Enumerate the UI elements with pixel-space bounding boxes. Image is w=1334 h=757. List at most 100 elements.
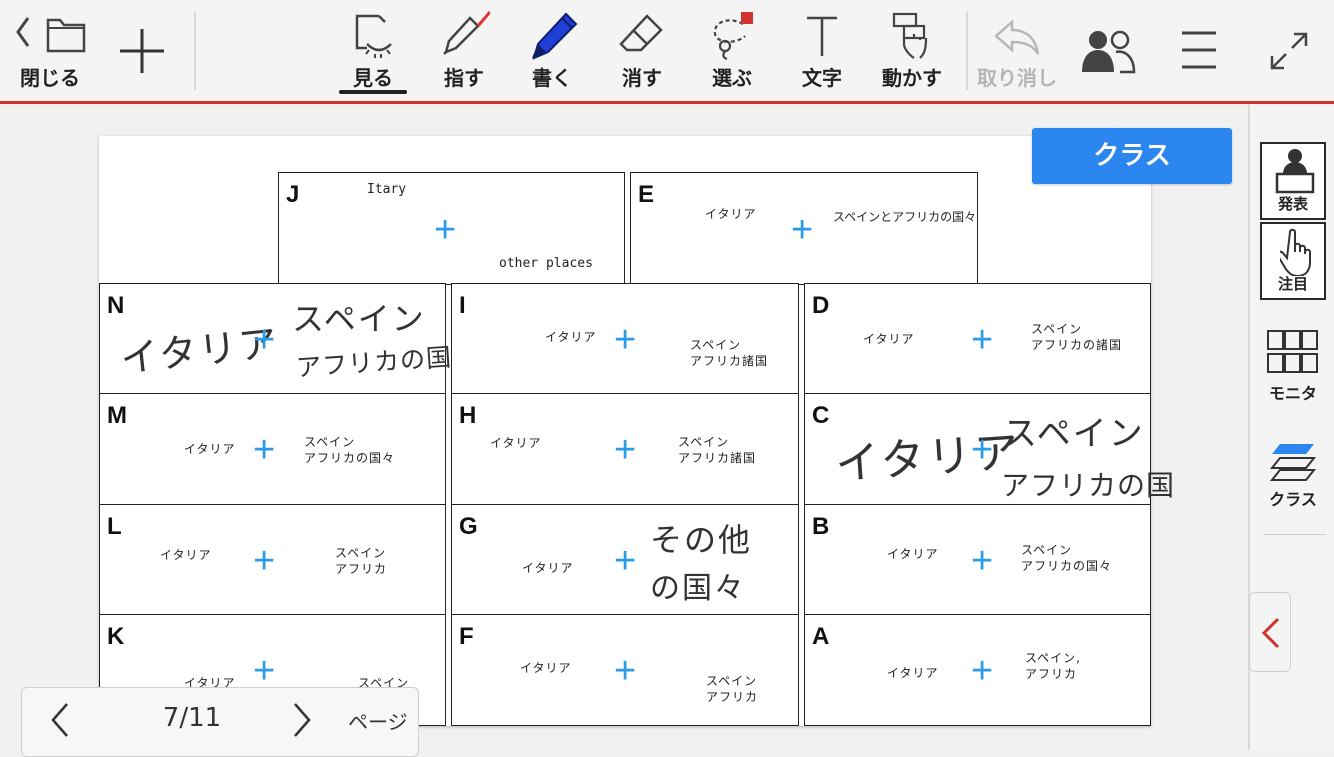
add-sticky-plus-icon[interactable]: + (791, 211, 813, 249)
undo-button[interactable]: 取り消し (970, 0, 1064, 100)
pointing-finger-icon (1280, 228, 1311, 276)
monitor-button[interactable]: モニタ (1250, 328, 1334, 408)
card-letter: F (459, 623, 474, 650)
handwriting: イタリア (833, 426, 1024, 491)
page-menu-button[interactable]: ページ (348, 706, 408, 735)
card-C[interactable]: C イタリア + スペイン アフリカの国 (804, 393, 1174, 505)
users-button[interactable] (1078, 0, 1138, 100)
card-L[interactable]: L イタリア + スペイン アフリカ (99, 504, 446, 616)
tool-erase[interactable]: 消す (608, 0, 676, 100)
eraser-icon (619, 14, 663, 52)
card-text: スペイン アフリカの国々 (1021, 543, 1113, 573)
text-icon (807, 16, 837, 56)
card-text: スペイン アフリカ諸国 (678, 435, 757, 465)
card-B[interactable]: B イタリア + スペイン アフリカの国々 (804, 504, 1151, 616)
card-text: イタリア (705, 207, 757, 221)
card-letter: H (459, 402, 477, 429)
tool-view[interactable]: 見る (339, 0, 407, 100)
card-J[interactable]: J Itary + other places (278, 172, 625, 285)
monitor-grid-icon (1267, 330, 1318, 373)
card-text: other places (499, 256, 593, 271)
monitor-label: モニタ (1268, 384, 1317, 403)
card-letter: A (812, 623, 830, 650)
card-text: イタリア (863, 332, 915, 346)
tool-point[interactable]: 指す (430, 0, 498, 100)
attention-button[interactable]: 注目 (1260, 222, 1326, 300)
card-text: イタリア (160, 548, 212, 562)
layers-icon (1270, 444, 1316, 481)
add-sticky-plus-icon[interactable]: + (971, 321, 993, 359)
card-text: イタリア (545, 330, 597, 344)
present-button[interactable]: 発表 (1260, 142, 1326, 220)
handwriting: の国々 (650, 571, 746, 606)
add-sticky-plus-icon[interactable]: + (971, 652, 993, 690)
card-letter: G (459, 513, 478, 540)
card-D[interactable]: D イタリア + スペイン アフリカの諸国 (804, 283, 1151, 395)
card-text: イタリア (184, 442, 236, 456)
add-sticky-plus-icon[interactable]: + (614, 542, 636, 580)
card-H[interactable]: H イタリア + スペイン アフリカ諸国 (451, 393, 799, 505)
tool-point-label: 指す (444, 66, 484, 90)
folder-back-icon (16, 17, 86, 53)
card-text: イタリア (490, 436, 542, 450)
page-indicator: 7/11 (162, 703, 222, 733)
card-N[interactable]: N イタリア + スペイン アフリカの国々 (99, 283, 479, 395)
toolbar: 閉じる 見る 指す 書く 消す 選ぶ 文字 動かす 取り消し (0, 0, 1334, 104)
tool-write[interactable]: 書く (518, 0, 586, 100)
card-F[interactable]: F イタリア + スペイン アフリカ (451, 614, 799, 726)
next-page-button[interactable] (292, 702, 312, 738)
card-letter: E (638, 181, 655, 208)
undo-icon (994, 19, 1040, 55)
close-button[interactable]: 閉じる (8, 0, 92, 100)
view-icon (355, 14, 392, 58)
card-text: スペイン アフリカの諸国 (1031, 322, 1123, 352)
card-letter: N (107, 292, 125, 319)
add-sticky-plus-icon[interactable]: + (971, 431, 993, 469)
sidebar-divider (1264, 534, 1326, 535)
add-sticky-plus-icon[interactable]: + (253, 321, 275, 359)
card-E[interactable]: E イタリア + スペインとアフリカの国々 (630, 172, 978, 285)
page-navigator: 7/11 ページ (21, 687, 419, 757)
tool-erase-label: 消す (622, 66, 662, 90)
class-button[interactable]: クラス (1032, 128, 1232, 184)
add-sticky-plus-icon[interactable]: + (253, 652, 275, 690)
card-text: スペインとアフリカの国々 (833, 210, 977, 224)
card-text: スペイン アフリカの国々 (304, 435, 396, 465)
tool-select[interactable]: 選ぶ (698, 0, 766, 100)
collapse-sidebar-tab[interactable] (1249, 592, 1291, 672)
card-text: イタリア (520, 661, 572, 675)
expand-arrows-icon (1270, 32, 1308, 70)
pen-icon (532, 12, 578, 60)
add-sticky-plus-icon[interactable]: + (253, 431, 275, 469)
hamburger-menu-icon (1182, 31, 1216, 69)
card-text: イタリア (522, 561, 574, 575)
add-sticky-plus-icon[interactable]: + (614, 321, 636, 359)
tool-text[interactable]: 文字 (788, 0, 856, 100)
card-letter: C (812, 402, 830, 429)
add-sticky-plus-icon[interactable]: + (614, 431, 636, 469)
card-A[interactable]: A イタリア + スペイン, アフリカ (804, 614, 1151, 726)
tool-move[interactable]: 動かす (876, 0, 948, 100)
add-sticky-plus-icon[interactable]: + (253, 542, 275, 580)
toolbar-divider (194, 12, 196, 90)
card-G[interactable]: G イタリア + その他 の国々 (451, 504, 799, 616)
card-text: スペイン アフリカ (335, 546, 388, 576)
handwriting: スペイン (1003, 414, 1145, 454)
card-letter: L (107, 513, 122, 540)
add-sticky-plus-icon[interactable]: + (434, 211, 456, 249)
card-I[interactable]: I イタリア + スペイン アフリカ諸国 (451, 283, 799, 395)
add-sticky-plus-icon[interactable]: + (614, 652, 636, 690)
card-letter: B (812, 513, 830, 540)
move-hand-icon (892, 12, 928, 59)
tool-select-label: 選ぶ (712, 66, 752, 90)
menu-button[interactable] (1176, 0, 1222, 100)
class-view-button[interactable]: クラス (1250, 440, 1334, 520)
fullscreen-button[interactable] (1262, 0, 1316, 100)
card-M[interactable]: M イタリア + スペイン アフリカの国々 (99, 393, 446, 505)
board-page[interactable]: J Itary + other places E イタリア + スペインとアフリ… (99, 136, 1174, 726)
toolbar-divider (966, 12, 968, 90)
prev-page-button[interactable] (50, 702, 70, 738)
users-icon (1082, 30, 1136, 74)
add-page-button[interactable] (112, 0, 172, 100)
add-sticky-plus-icon[interactable]: + (971, 542, 993, 580)
